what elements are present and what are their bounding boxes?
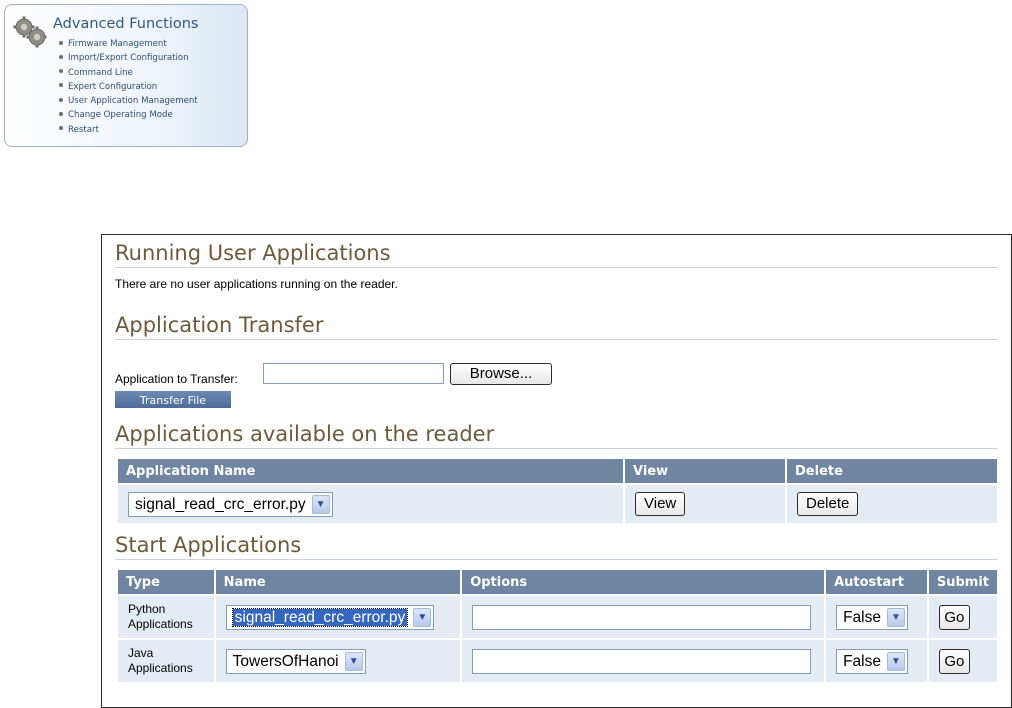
table-row: Python Applications signal_read_crc_erro… xyxy=(118,596,997,638)
available-applications-heading: Applications available on the reader xyxy=(115,421,998,449)
bullet-icon xyxy=(59,54,63,59)
application-file-input[interactable] xyxy=(263,363,444,384)
submit-cell: Go xyxy=(928,596,997,638)
col-type: Type xyxy=(118,570,214,594)
bullet-icon xyxy=(59,40,63,45)
name-cell: TowersOfHanoi ▼ xyxy=(215,640,461,682)
menu-item-command-line[interactable]: Command Line xyxy=(59,66,198,80)
chevron-down-icon[interactable]: ▼ xyxy=(413,607,432,627)
table-header-row: Type Name Options Autostart Submit xyxy=(118,570,997,594)
options-cell xyxy=(462,596,825,638)
col-view: View xyxy=(625,459,785,483)
java-application-select[interactable]: TowersOfHanoi ▼ xyxy=(225,648,366,674)
python-autostart-select[interactable]: False ▼ xyxy=(836,604,908,630)
chevron-down-icon[interactable]: ▼ xyxy=(887,651,905,671)
application-to-transfer-label: Application to Transfer: xyxy=(115,372,238,386)
application-transfer-heading: Application Transfer xyxy=(115,312,998,340)
bullet-icon xyxy=(59,111,63,116)
java-autostart-select[interactable]: False ▼ xyxy=(836,648,908,674)
col-options: Options xyxy=(462,570,825,594)
menu-item-restart[interactable]: Restart xyxy=(59,123,198,137)
menu-item-import-export-configuration[interactable]: Import/Export Configuration xyxy=(59,51,198,65)
java-options-input[interactable] xyxy=(472,648,812,674)
table-row: Java Applications TowersOfHanoi ▼ False … xyxy=(118,640,997,682)
application-name-cell: signal_read_crc_error.py ▼ xyxy=(118,485,623,523)
python-go-button[interactable]: Go xyxy=(938,604,970,630)
col-application-name: Application Name xyxy=(118,459,623,483)
menu-item-user-application-management[interactable]: User Application Management xyxy=(59,94,198,108)
gears-icon xyxy=(13,16,47,48)
start-applications-table: Type Name Options Autostart Submit Pytho… xyxy=(116,568,999,684)
view-button[interactable]: View xyxy=(635,492,686,516)
menu-item-expert-configuration[interactable]: Expert Configuration xyxy=(59,80,198,94)
col-submit: Submit xyxy=(928,570,997,594)
table-row: signal_read_crc_error.py ▼ View Delete xyxy=(118,485,997,523)
col-delete: Delete xyxy=(787,459,997,483)
chevron-down-icon[interactable]: ▼ xyxy=(887,607,905,627)
python-application-select[interactable]: signal_read_crc_error.py ▼ xyxy=(225,604,435,630)
transfer-file-button[interactable]: Transfer File xyxy=(115,391,231,408)
advanced-functions-title: Advanced Functions xyxy=(53,16,199,32)
submit-cell: Go xyxy=(928,640,997,682)
running-applications-heading: Running User Applications xyxy=(115,240,998,268)
table-header-row: Application Name View Delete xyxy=(118,459,997,483)
bullet-icon xyxy=(59,83,63,88)
available-applications-table: Application Name View Delete signal_read… xyxy=(116,457,999,525)
user-application-panel: Running User Applications There are no u… xyxy=(101,234,1012,708)
autostart-cell: False ▼ xyxy=(826,596,927,638)
view-cell: View xyxy=(625,485,785,523)
delete-cell: Delete xyxy=(787,485,997,523)
menu-item-change-operating-mode[interactable]: Change Operating Mode xyxy=(59,108,198,122)
bullet-icon xyxy=(59,126,63,131)
bullet-icon xyxy=(59,97,63,102)
delete-button[interactable]: Delete xyxy=(797,492,859,516)
chevron-down-icon[interactable]: ▼ xyxy=(344,651,363,671)
type-cell: Java Applications xyxy=(118,640,214,682)
autostart-cell: False ▼ xyxy=(826,640,927,682)
bullet-icon xyxy=(59,69,63,74)
menu-item-firmware-management[interactable]: Firmware Management xyxy=(59,37,198,51)
chevron-down-icon[interactable]: ▼ xyxy=(311,494,330,514)
col-autostart: Autostart xyxy=(826,570,927,594)
type-label: Java Applications xyxy=(128,646,193,675)
python-options-input[interactable] xyxy=(472,604,812,630)
java-go-button[interactable]: Go xyxy=(938,648,970,674)
options-cell xyxy=(462,640,825,682)
col-name: Name xyxy=(215,570,461,594)
advanced-functions-menu: Firmware Management Import/Export Config… xyxy=(59,37,198,137)
application-select[interactable]: signal_read_crc_error.py ▼ xyxy=(128,491,333,517)
type-cell: Python Applications xyxy=(118,596,214,638)
no-running-apps-message: There are no user applications running o… xyxy=(115,277,398,291)
type-label: Python Applications xyxy=(128,602,193,631)
name-cell: signal_read_crc_error.py ▼ xyxy=(215,596,461,638)
browse-button[interactable]: Browse... xyxy=(450,363,552,385)
advanced-functions-panel: Advanced Functions Firmware Management I… xyxy=(4,4,248,147)
start-applications-heading: Start Applications xyxy=(115,532,998,560)
